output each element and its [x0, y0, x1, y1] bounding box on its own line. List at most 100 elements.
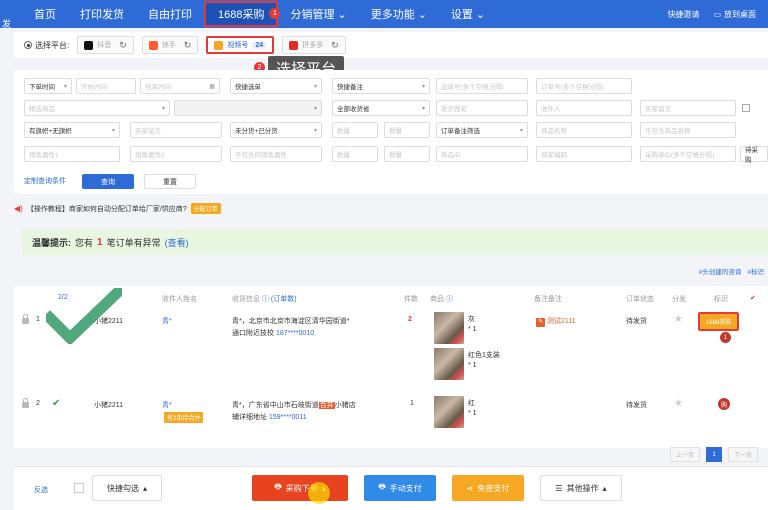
chevron-down-icon: ⌄ [337, 8, 347, 21]
nav-print-ship[interactable]: 打印发货 [68, 0, 136, 28]
product-thumbnail[interactable] [434, 396, 464, 428]
split-status-select[interactable]: 未分货+已分货 ▾ [230, 122, 322, 138]
platform-kuaishou[interactable]: 快手 ↻ [141, 36, 199, 54]
warning-alert: 温馨提示: 您有 1 笔订单有异常 (查看) [22, 229, 768, 255]
quick-pick-button[interactable]: 快捷勾选 ▴ [92, 475, 162, 501]
product-name-input[interactable]: 商品名称 [536, 122, 632, 138]
platform-pinduoduo[interactable]: 拼多多 ↻ [282, 36, 346, 54]
chevron-down-icon: ▾ [313, 127, 317, 134]
quick-invite-link[interactable]: 👤 快捷邀请 [654, 9, 699, 20]
buyer-note-input[interactable]: 买家留言 [130, 122, 222, 138]
receiver-name[interactable]: 青* [162, 316, 172, 326]
sale-attr2-input[interactable]: 销售属性2 [130, 146, 222, 162]
other-actions-button[interactable]: ☰ 其他操作 ▴ [540, 475, 622, 501]
radio-icon[interactable] [24, 41, 32, 49]
platform-shipinhao[interactable]: 视频号 24 [206, 36, 275, 54]
sale-attr1-input[interactable]: 销售属性1 [24, 146, 120, 162]
mark-link[interactable]: #标识 [747, 266, 764, 276]
receiver-input[interactable]: 收件人 [536, 100, 632, 116]
product-header: 商品 ⓘ [430, 296, 453, 303]
qty-min-input[interactable]: 数量 [332, 122, 378, 138]
refresh-icon[interactable]: ↻ [331, 40, 339, 51]
purchase-id-input[interactable]: 采购单ID(多个空格分隔) [640, 146, 736, 162]
next-page-button[interactable]: 下一页 [728, 447, 758, 462]
platform-selector: 选择平台: 抖音 ↻ 快手 ↻ 视频号 24 拼多多 ↻ [14, 32, 768, 58]
star-icon[interactable]: ★ [674, 398, 683, 409]
nav-home[interactable]: 首页 [22, 0, 68, 28]
phone-number: 159****0011 [268, 414, 307, 421]
desktop-link[interactable]: ▭ 放到桌面 [713, 9, 756, 20]
quick-memo-select[interactable]: 快捷备注 ▾ [332, 78, 430, 94]
reset-button[interactable]: 重置 [144, 174, 196, 189]
receiver-name-input[interactable]: 收货姓名 [436, 100, 528, 116]
page-button-current[interactable]: 1 [706, 447, 722, 462]
prev-page-button[interactable]: 上一页 [670, 447, 700, 462]
table-row[interactable]: 1 小猪2211 青* 青*，北京市北京市海淀区清华园街道* 通口附近技校 18… [14, 310, 768, 384]
table-row[interactable]: 2 ✔ 小猪2211 青* 有2单待合并 青*，广东省中山市石岐街道合并小猪店 … [14, 394, 768, 434]
share-icon: ⋖ [466, 483, 474, 493]
order-number-input[interactable]: 订单号(多个空格分隔) [536, 78, 632, 94]
refresh-icon[interactable]: ↻ [119, 40, 127, 51]
view-abnormal-link[interactable]: (查看) [165, 236, 189, 249]
qty-max-input[interactable]: 数量 [384, 122, 430, 138]
custom-query-link[interactable]: 定制查询条件 [24, 176, 66, 186]
order-memo-filter[interactable]: 订单备注筛选 ▾ [436, 122, 528, 138]
product-thumbnail[interactable] [434, 348, 464, 380]
end-time-input[interactable]: 结束时间 ▦ [140, 78, 220, 94]
brand-fragment: 发 [2, 18, 12, 29]
nav-settings[interactable]: 设置 ⌄ [439, 0, 497, 28]
address-line: 青*，北京市北京市海淀区清华园街道* [232, 318, 350, 325]
phone-number: 187****0010 [275, 330, 315, 337]
platform-douyin[interactable]: 抖音 ↻ [77, 36, 134, 54]
qty-value: 1 [410, 400, 414, 407]
refresh-icon[interactable]: ↻ [184, 40, 192, 51]
province-select[interactable]: 全部收货省 ▾ [332, 100, 430, 116]
nav-distribution[interactable]: 分销管理 ⌄ [278, 0, 358, 28]
platform-label: 选择平台: [24, 40, 69, 51]
qty-value: 2 [408, 316, 412, 323]
nav-1688-purchase[interactable]: 1688采购 1 [204, 1, 281, 27]
free-pay-button[interactable]: ⋖ 免密支付 [452, 475, 524, 501]
merchant-code-input[interactable]: 商家编码 [536, 146, 632, 162]
waybill-input[interactable]: 运单号(多个空格分隔) [436, 78, 528, 94]
step-marker-1: 1 [720, 332, 731, 343]
chevron-down-icon: ▾ [63, 83, 67, 90]
exclude-product-input[interactable]: 不包含商品名称 [640, 122, 736, 138]
start-time-input[interactable]: 开始时间 [76, 78, 136, 94]
nav-more[interactable]: 更多功能 ⌄ [359, 0, 439, 28]
chevron-down-icon: ▾ [161, 105, 165, 112]
tutorial-tag: 分配订单 [190, 203, 221, 214]
shop-name: 小猪2211 [94, 402, 124, 409]
query-button[interactable]: 查询 [82, 174, 134, 189]
product-select[interactable]: 精选商品 ▾ [24, 100, 170, 116]
buyer-message-input[interactable]: 买家留言 [640, 100, 736, 116]
info-icon: ⓘ [445, 296, 453, 303]
manual-pay-button[interactable]: 🖶 手动支付 [364, 475, 436, 501]
select-all-checkbox[interactable] [74, 483, 84, 493]
qty2-max-input[interactable]: 数量 [384, 146, 430, 162]
seller-memo: ✎ 测试2111 [536, 318, 576, 327]
purchase-order-button[interactable]: 🖶采购下单▴ [252, 475, 348, 501]
receiver-name[interactable]: 青* [162, 400, 172, 410]
exclude-attr-input[interactable]: 不包含的销售属性 [230, 146, 322, 162]
invert-selection-link[interactable]: 反选 [34, 485, 48, 495]
product-sub-select[interactable]: ▾ [174, 100, 322, 116]
purchase-mark-icon[interactable]: 购 [718, 398, 730, 410]
merge-tag[interactable]: 有2单待合并 [164, 412, 204, 423]
flag-select[interactable]: 有旗帜+无旗帜 ▾ [24, 122, 120, 138]
product-thumbnail[interactable] [434, 312, 464, 344]
info-icon: ⓘ [261, 296, 269, 303]
printer-icon: 🖶 [378, 482, 386, 491]
order-time-select[interactable]: 下单时间 ▾ [24, 78, 72, 94]
created-inquiry-link[interactable]: #头创建的咨询 [699, 266, 742, 276]
nav-free-print[interactable]: 自由打印 [136, 0, 204, 28]
checkbox[interactable] [742, 104, 750, 112]
checkmark-icon [46, 288, 122, 344]
qty2-min-input[interactable]: 数量 [332, 146, 378, 162]
star-icon[interactable]: ★ [674, 314, 683, 325]
product-id-input[interactable]: 商品ID [436, 146, 528, 162]
to-purchase-select[interactable]: 待采购 [740, 146, 768, 164]
tutorial-link[interactable]: 【操作教程】商家如何自动分配订单给厂家/供应商? [27, 204, 187, 214]
purchase-1688-button[interactable]: 1688采购 [696, 311, 741, 332]
quick-order-select[interactable]: 快捷选单 ▾ [230, 78, 322, 94]
